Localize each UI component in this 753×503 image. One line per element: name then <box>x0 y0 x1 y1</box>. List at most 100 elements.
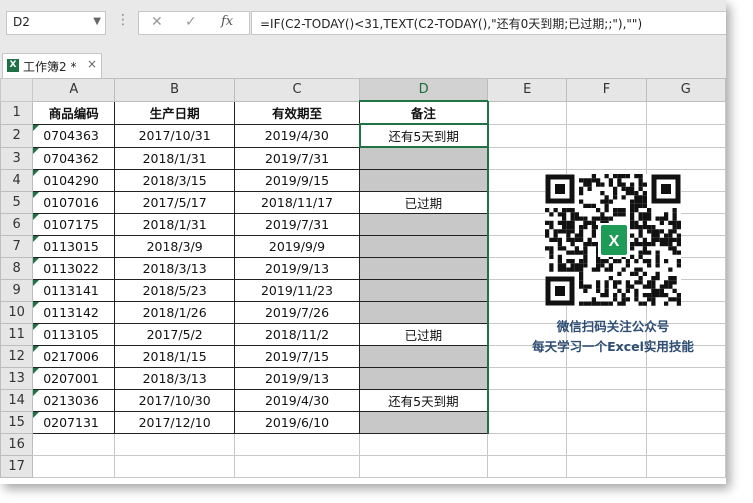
row-header[interactable]: 5 <box>0 191 34 214</box>
cell-expiry[interactable]: 2019/4/30 <box>233 123 361 148</box>
column-header-g[interactable]: G <box>645 78 726 102</box>
empty-cell[interactable] <box>487 100 568 125</box>
empty-cell[interactable] <box>32 433 116 456</box>
empty-cell[interactable] <box>645 455 726 478</box>
row-header[interactable]: 3 <box>0 146 34 170</box>
insert-function-icon[interactable]: fx <box>221 14 233 29</box>
cell-code[interactable]: 0207001 <box>32 367 116 390</box>
enter-icon[interactable]: ✓ <box>185 14 197 30</box>
cell-remark[interactable] <box>359 146 489 170</box>
empty-cell[interactable] <box>487 389 568 412</box>
cell-production-date[interactable]: 2018/3/13 <box>114 367 235 390</box>
cell-production-date[interactable]: 2018/5/23 <box>114 279 235 302</box>
cell-remark[interactable] <box>359 411 489 434</box>
cell-remark[interactable] <box>359 279 489 302</box>
cell-expiry[interactable]: 2019/7/31 <box>233 213 361 236</box>
cell-expiry[interactable]: 2019/7/15 <box>233 345 361 368</box>
cell-remark[interactable] <box>359 213 489 236</box>
empty-cell[interactable] <box>233 455 361 478</box>
cell-production-date[interactable]: 2018/3/15 <box>114 169 235 192</box>
cell-expiry[interactable]: 2019/9/13 <box>233 367 361 390</box>
cell-production-date[interactable]: 2018/1/26 <box>114 301 235 324</box>
cell-code[interactable]: 0217006 <box>32 345 116 368</box>
close-icon[interactable]: × <box>87 57 97 71</box>
cell-production-date[interactable]: 2018/3/9 <box>114 235 235 258</box>
cell-code[interactable]: 0704363 <box>32 123 116 148</box>
row-header[interactable]: 11 <box>0 323 34 346</box>
chevron-down-icon[interactable]: ▼ <box>93 16 101 27</box>
header-code[interactable]: 商品编码 <box>32 100 116 125</box>
row-header[interactable]: 4 <box>0 169 34 192</box>
cell-remark[interactable] <box>359 169 489 192</box>
row-header[interactable]: 16 <box>0 433 34 456</box>
cell-production-date[interactable]: 2017/12/10 <box>114 411 235 434</box>
cell-production-date[interactable]: 2018/1/31 <box>114 146 235 170</box>
empty-cell[interactable] <box>487 367 568 390</box>
select-all-corner[interactable] <box>0 78 34 102</box>
cell-expiry[interactable]: 2019/9/15 <box>233 169 361 192</box>
cell-code[interactable]: 0113141 <box>32 279 116 302</box>
row-header[interactable]: 1 <box>0 100 34 125</box>
row-header[interactable]: 8 <box>0 257 34 280</box>
row-header[interactable]: 9 <box>0 279 34 302</box>
empty-cell[interactable] <box>566 123 647 148</box>
empty-cell[interactable] <box>566 433 647 456</box>
column-header-e[interactable]: E <box>487 78 568 102</box>
column-header-c[interactable]: C <box>233 78 361 102</box>
empty-cell[interactable] <box>645 367 726 390</box>
empty-cell[interactable] <box>566 455 647 478</box>
cell-remark[interactable] <box>359 367 489 390</box>
cell-code[interactable]: 0113142 <box>32 301 116 324</box>
column-header-a[interactable]: A <box>32 78 116 102</box>
cell-remark[interactable]: 还有5天到期 <box>359 389 489 412</box>
cell-code[interactable]: 0113105 <box>32 323 116 346</box>
empty-cell[interactable] <box>645 123 726 148</box>
cell-remark[interactable] <box>359 235 489 258</box>
empty-cell[interactable] <box>566 146 647 170</box>
active-cell-remark[interactable]: 还有5天到期 <box>358 123 489 148</box>
cell-expiry[interactable]: 2019/4/30 <box>233 389 361 412</box>
cell-code[interactable]: 0104290 <box>32 169 116 192</box>
empty-cell[interactable] <box>32 455 116 478</box>
row-header[interactable]: 12 <box>0 345 34 368</box>
empty-cell[interactable] <box>645 100 726 125</box>
cell-production-date[interactable]: 2017/5/17 <box>114 191 235 214</box>
empty-cell[interactable] <box>645 146 726 170</box>
cell-production-date[interactable]: 2018/1/31 <box>114 213 235 236</box>
column-header-f[interactable]: F <box>566 78 647 102</box>
cell-production-date[interactable]: 2018/1/15 <box>114 345 235 368</box>
cell-code[interactable]: 0107016 <box>32 191 116 214</box>
cell-code[interactable]: 0113015 <box>32 235 116 258</box>
empty-cell[interactable] <box>487 455 568 478</box>
cell-expiry[interactable]: 2019/6/10 <box>233 411 361 434</box>
empty-cell[interactable] <box>359 455 489 478</box>
empty-cell[interactable] <box>645 389 726 412</box>
cell-expiry[interactable]: 2019/7/31 <box>233 146 361 170</box>
cell-production-date[interactable]: 2017/5/2 <box>114 323 235 346</box>
row-header[interactable]: 17 <box>0 455 34 478</box>
cell-remark[interactable]: 已过期 <box>359 323 489 346</box>
cell-expiry[interactable]: 2018/11/17 <box>233 191 361 214</box>
cell-production-date[interactable]: 2017/10/31 <box>114 123 235 148</box>
empty-cell[interactable] <box>359 433 489 456</box>
cell-expiry[interactable]: 2019/9/9 <box>233 235 361 258</box>
column-header-b[interactable]: B <box>114 78 235 102</box>
empty-cell[interactable] <box>114 433 235 456</box>
cell-remark[interactable] <box>359 257 489 280</box>
formula-input[interactable]: =IF(C2-TODAY()<31,TEXT(C2-TODAY(),"还有0天到… <box>251 11 726 35</box>
row-header[interactable]: 13 <box>0 367 34 390</box>
header-expiry[interactable]: 有效期至 <box>233 100 361 125</box>
empty-cell[interactable] <box>487 123 568 148</box>
empty-cell[interactable] <box>645 411 726 434</box>
header-production-date[interactable]: 生产日期 <box>114 100 235 125</box>
cell-production-date[interactable]: 2017/10/30 <box>114 389 235 412</box>
row-header[interactable]: 15 <box>0 411 34 434</box>
empty-cell[interactable] <box>233 433 361 456</box>
cell-code[interactable]: 0207131 <box>32 411 116 434</box>
empty-cell[interactable] <box>566 367 647 390</box>
empty-cell[interactable] <box>566 411 647 434</box>
cell-remark[interactable] <box>359 301 489 324</box>
column-header-d[interactable]: D <box>359 78 489 102</box>
cell-expiry[interactable]: 2018/11/2 <box>233 323 361 346</box>
cell-code[interactable]: 0704362 <box>32 146 116 170</box>
